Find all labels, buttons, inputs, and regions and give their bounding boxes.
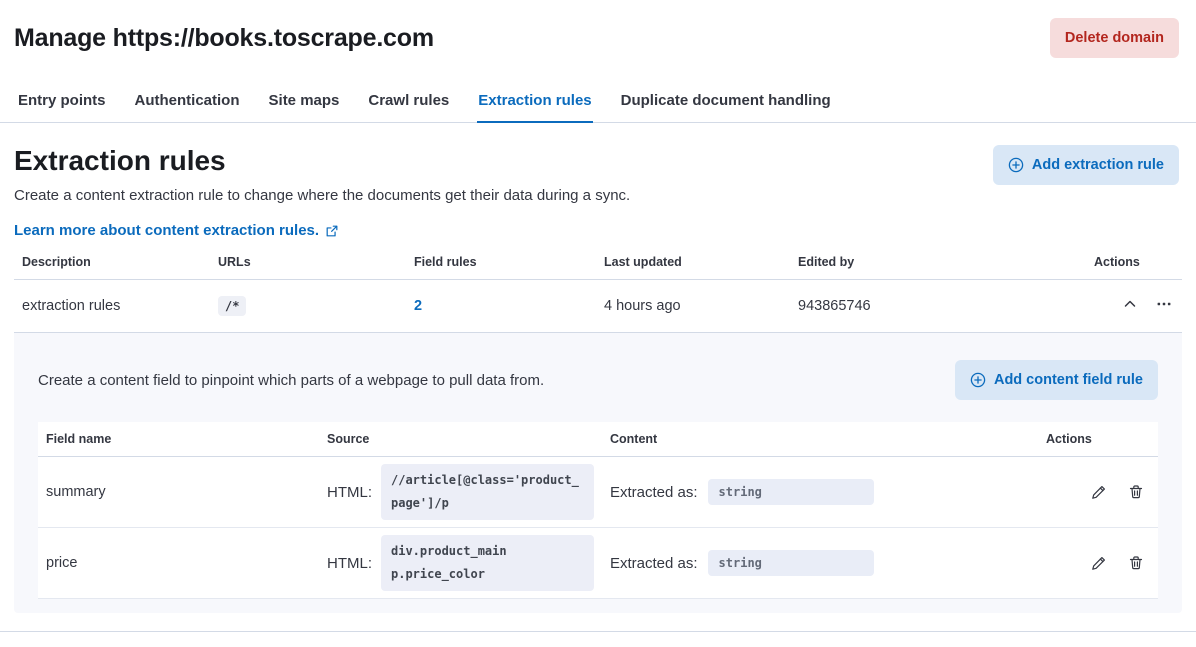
col-header-content: Content xyxy=(602,422,1038,457)
content-type-value: string xyxy=(708,550,874,576)
col-header-last-updated: Last updated xyxy=(596,243,790,280)
tab-duplicate-document-handling[interactable]: Duplicate document handling xyxy=(620,78,832,123)
col-header-field-name: Field name xyxy=(38,422,319,457)
delete-field-rule-button[interactable] xyxy=(1126,482,1146,502)
tab-extraction-rules[interactable]: Extraction rules xyxy=(477,78,592,123)
source-selector-code: //article[@class='product_page']/p xyxy=(381,464,594,520)
add-extraction-rule-button[interactable]: Add extraction rule xyxy=(993,145,1179,185)
add-content-field-rule-button[interactable]: Add content field rule xyxy=(955,360,1158,400)
col-header-urls: URLs xyxy=(210,243,406,280)
learn-more-label: Learn more about content extraction rule… xyxy=(14,222,319,239)
plus-circle-icon xyxy=(970,372,986,388)
rule-last-updated-cell: 4 hours ago xyxy=(596,280,790,333)
col-header-actions: Actions xyxy=(1086,243,1182,280)
panel-description: Create a content field to pinpoint which… xyxy=(38,372,544,389)
field-rules-table: Field name Source Content Actions summar… xyxy=(38,422,1158,599)
collapse-row-button[interactable] xyxy=(1120,294,1140,314)
plus-circle-icon xyxy=(1008,157,1024,173)
page-header: Manage https://books.toscrape.com Delete… xyxy=(0,0,1196,78)
edit-field-rule-button[interactable] xyxy=(1089,553,1109,573)
pencil-icon xyxy=(1091,484,1107,500)
field-name-cell: summary xyxy=(38,457,319,528)
extraction-rules-table: Description URLs Field rules Last update… xyxy=(14,243,1182,333)
tab-bar: Entry points Authentication Site maps Cr… xyxy=(0,78,1196,123)
source-type-label: HTML: xyxy=(327,484,372,501)
tab-authentication[interactable]: Authentication xyxy=(134,78,241,123)
extracted-as-label: Extracted as: xyxy=(610,484,698,501)
delete-domain-button[interactable]: Delete domain xyxy=(1050,18,1179,58)
extracted-as-label: Extracted as: xyxy=(610,555,698,572)
col-header-edited-by: Edited by xyxy=(790,243,1086,280)
rules-table-header-row: Description URLs Field rules Last update… xyxy=(14,243,1182,280)
col-header-description: Description xyxy=(14,243,210,280)
pencil-icon xyxy=(1091,555,1107,571)
field-name-cell: price xyxy=(38,528,319,599)
source-selector-code: div.product_main p.price_color xyxy=(381,535,594,591)
extraction-rules-section-header: Extraction rules Create a content extrac… xyxy=(0,123,1196,239)
tab-crawl-rules[interactable]: Crawl rules xyxy=(367,78,450,123)
add-extraction-rule-label: Add extraction rule xyxy=(1032,157,1164,173)
add-content-field-rule-label: Add content field rule xyxy=(994,372,1143,388)
field-rule-row-summary: summary HTML: //article[@class='product_… xyxy=(38,457,1158,528)
tab-site-maps[interactable]: Site maps xyxy=(268,78,341,123)
section-description: Create a content extraction rule to chan… xyxy=(14,187,630,204)
tab-entry-points[interactable]: Entry points xyxy=(17,78,107,123)
rule-edited-by-cell: 943865746 xyxy=(790,280,1086,333)
rule-description-cell: extraction rules xyxy=(14,280,210,333)
chevron-up-icon xyxy=(1122,296,1138,312)
source-type-label: HTML: xyxy=(327,555,372,572)
col-header-source: Source xyxy=(319,422,602,457)
extraction-rule-row: extraction rules /* 2 4 hours ago 943865… xyxy=(14,280,1182,333)
trash-icon xyxy=(1128,555,1144,571)
fields-table-header-row: Field name Source Content Actions xyxy=(38,422,1158,457)
field-rule-row-price: price HTML: div.product_main p.price_col… xyxy=(38,528,1158,599)
rule-more-actions-button[interactable] xyxy=(1154,294,1174,314)
page-bottom-divider xyxy=(0,631,1196,632)
section-title: Extraction rules xyxy=(14,145,630,177)
learn-more-link[interactable]: Learn more about content extraction rule… xyxy=(14,222,339,239)
content-type-value: string xyxy=(708,479,874,505)
delete-field-rule-button[interactable] xyxy=(1126,553,1146,573)
field-rules-count-link[interactable]: 2 xyxy=(414,298,422,314)
expanded-rule-panel: Create a content field to pinpoint which… xyxy=(14,333,1182,613)
external-link-icon xyxy=(325,224,339,238)
edit-field-rule-button[interactable] xyxy=(1089,482,1109,502)
rule-urls-badge: /* xyxy=(218,296,246,316)
trash-icon xyxy=(1128,484,1144,500)
col-header-field-actions: Actions xyxy=(1038,422,1158,457)
col-header-field-rules: Field rules xyxy=(406,243,596,280)
ellipsis-icon xyxy=(1156,296,1172,312)
page-title: Manage https://books.toscrape.com xyxy=(14,24,434,53)
